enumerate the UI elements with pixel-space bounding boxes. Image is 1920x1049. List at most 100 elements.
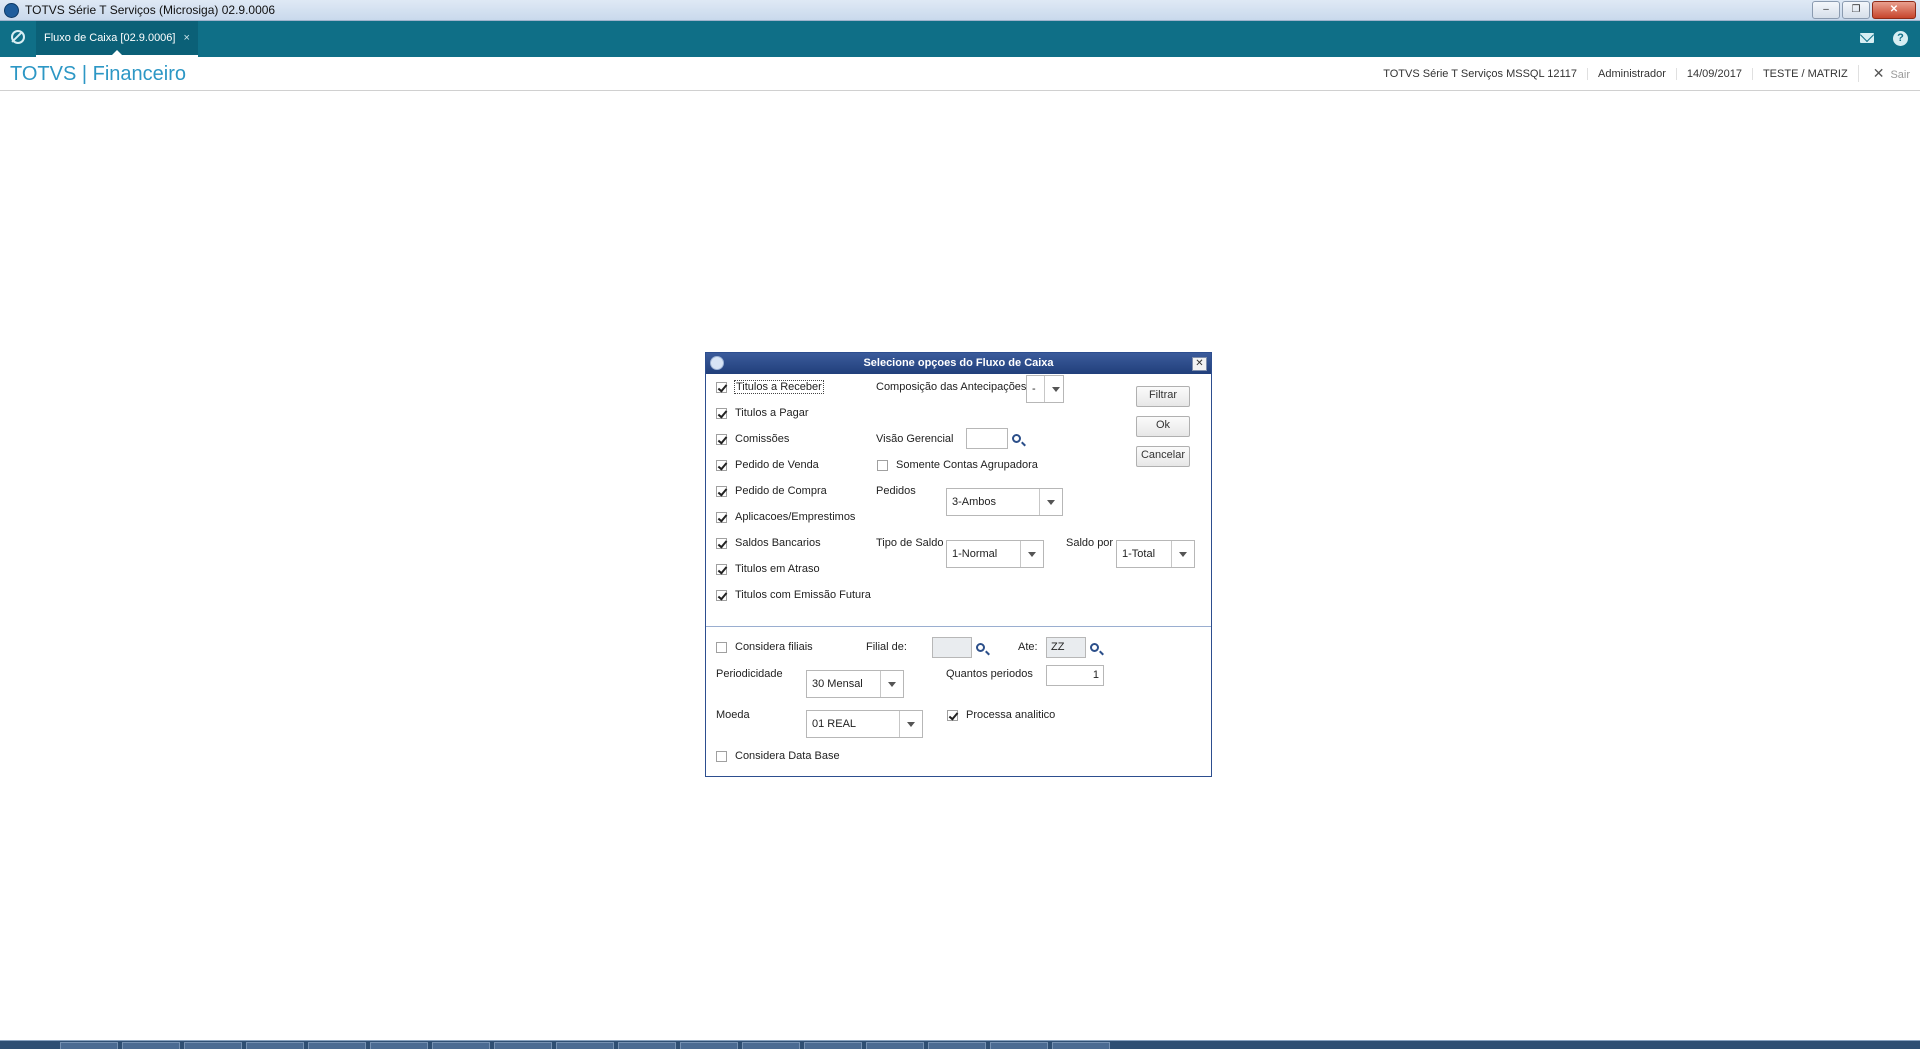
chk-titulos-emissao-futura[interactable]: Titulos com Emissão Futura	[716, 589, 871, 601]
minimize-icon[interactable]: –	[1812, 1, 1840, 19]
checkbox-label: Aplicacoes/Emprestimos	[735, 511, 856, 523]
search-icon[interactable]	[976, 643, 985, 652]
checkbox-checked-icon[interactable]	[716, 433, 727, 445]
filtrar-button[interactable]: Filtrar	[1136, 386, 1190, 407]
checkbox-label: Pedido de Venda	[735, 459, 819, 471]
chk-pedido-venda[interactable]: Pedido de Venda	[716, 459, 819, 471]
checkbox-label: Considera Data Base	[735, 750, 840, 762]
user-label: Administrador	[1587, 67, 1676, 80]
checkbox-label: Pedido de Compra	[735, 485, 827, 497]
chk-somente-contas[interactable]: Somente Contas Agrupadora	[877, 459, 1038, 471]
tab-strip: Fluxo de Caixa [02.9.0006] × ?	[0, 21, 1920, 57]
periodicidade-value: 30 Mensal	[812, 678, 863, 690]
checkbox-unchecked-icon[interactable]	[877, 459, 888, 471]
periodicidade-select[interactable]: 30 Mensal	[806, 670, 904, 698]
checkbox-label: Titulos com Emissão Futura	[735, 589, 871, 601]
composicao-value: -	[1032, 383, 1036, 395]
chevron-down-icon[interactable]	[1044, 376, 1063, 402]
moeda-label: Moeda	[716, 709, 750, 721]
checkbox-label: Titulos a Pagar	[735, 407, 809, 419]
checkbox-unchecked-icon[interactable]	[716, 641, 727, 653]
chk-saldos-bancarios[interactable]: Saldos Bancarios	[716, 537, 821, 549]
chk-aplicacoes[interactable]: Aplicacoes/Emprestimos	[716, 511, 855, 523]
exit-button[interactable]: ✕ Sair	[1857, 65, 1920, 82]
mail-icon[interactable]	[1860, 33, 1874, 43]
chevron-down-icon[interactable]	[899, 711, 922, 737]
date-label: 14/09/2017	[1675, 67, 1752, 80]
tipo-saldo-label: Tipo de Saldo	[876, 537, 944, 549]
saldo-por-label: Saldo por	[1066, 537, 1114, 549]
totvs-logo-icon[interactable]	[11, 30, 25, 44]
chevron-down-icon[interactable]	[1020, 541, 1043, 567]
composicao-label: Composição das Antecipações	[876, 381, 1027, 393]
close-window-icon[interactable]: ✕	[1872, 1, 1916, 19]
checkbox-checked-icon[interactable]	[947, 709, 958, 721]
chevron-down-icon[interactable]	[880, 671, 903, 697]
pedidos-select[interactable]: 3-Ambos	[946, 488, 1063, 516]
checkbox-unchecked-icon[interactable]	[716, 750, 727, 762]
fluxo-caixa-dialog: Selecione opçoes do Fluxo de Caixa ✕ Tit…	[705, 352, 1212, 777]
chk-considera-filiais[interactable]: Considera filiais	[716, 641, 813, 653]
checkbox-label: Saldos Bancarios	[735, 537, 821, 549]
checkbox-checked-icon[interactable]	[716, 537, 727, 549]
checkbox-checked-icon[interactable]	[716, 511, 727, 523]
search-icon[interactable]	[1090, 643, 1099, 652]
environment-label: TOTVS Série T Serviços MSSQL 12117	[1383, 67, 1578, 80]
visao-input[interactable]	[966, 428, 1008, 449]
window-controls: – ❐ ✕	[1812, 1, 1916, 19]
window-titlebar: TOTVS Série T Serviços (Microsiga) 02.9.…	[0, 0, 1920, 21]
moeda-value: 01 REAL	[812, 718, 857, 730]
checkbox-checked-icon[interactable]	[716, 589, 727, 601]
checkbox-checked-icon[interactable]	[716, 459, 727, 471]
chevron-down-icon[interactable]	[1039, 489, 1062, 515]
saldo-por-value: 1-Total	[1122, 548, 1156, 560]
tipo-saldo-value: 1-Normal	[952, 548, 998, 560]
app-icon	[4, 3, 19, 18]
checkbox-checked-icon[interactable]	[716, 485, 727, 497]
dialog-separator	[706, 626, 1211, 627]
chk-comissoes[interactable]: Comissões	[716, 433, 789, 445]
chk-considera-data-base[interactable]: Considera Data Base	[716, 750, 840, 762]
checkbox-label: Processa analitico	[966, 709, 1056, 721]
restore-icon[interactable]: ❐	[1842, 1, 1870, 19]
chk-pedido-compra[interactable]: Pedido de Compra	[716, 485, 827, 497]
dialog-close-icon[interactable]: ✕	[1192, 357, 1207, 371]
moeda-select[interactable]: 01 REAL	[806, 710, 923, 738]
saldo-por-select[interactable]: 1-Total	[1116, 540, 1195, 568]
dialog-body: Titulos a Receber Titulos a Pagar Comiss…	[706, 374, 1211, 776]
search-icon[interactable]	[1012, 434, 1021, 443]
chk-processa-analitico[interactable]: Processa analitico	[947, 709, 1055, 721]
filial-de-label: Filial de:	[866, 641, 907, 653]
checkbox-checked-icon[interactable]	[716, 407, 727, 419]
window-title: TOTVS Série T Serviços (Microsiga) 02.9.…	[25, 3, 276, 17]
checkbox-checked-icon[interactable]	[716, 381, 727, 393]
dialog-app-icon	[710, 356, 724, 370]
checkbox-label: Titulos em Atraso	[735, 563, 820, 575]
checkbox-label: Titulos a Receber	[734, 380, 824, 394]
filial-de-input[interactable]	[932, 637, 972, 658]
ok-button[interactable]: Ok	[1136, 416, 1190, 437]
ate-input[interactable]: ZZ	[1046, 637, 1086, 658]
quantos-label: Quantos periodos	[946, 668, 1033, 680]
chk-titulos-atraso[interactable]: Titulos em Atraso	[716, 563, 820, 575]
checkbox-checked-icon[interactable]	[716, 563, 727, 575]
chevron-down-icon[interactable]	[1171, 541, 1194, 567]
app-header: TOTVS | Financeiro TOTVS Série T Serviço…	[0, 57, 1920, 91]
tab-label: Fluxo de Caixa [02.9.0006]	[44, 32, 176, 44]
tab-close-icon[interactable]: ×	[183, 32, 189, 44]
ate-label: Ate:	[1018, 641, 1038, 653]
dialog-titlebar: Selecione opçoes do Fluxo de Caixa ✕	[706, 353, 1211, 374]
dialog-title: Selecione opçoes do Fluxo de Caixa	[863, 357, 1054, 369]
checkbox-label: Somente Contas Agrupadora	[896, 459, 1038, 471]
chk-titulos-pagar[interactable]: Titulos a Pagar	[716, 407, 809, 419]
active-tab-pointer	[110, 50, 124, 57]
cancelar-button[interactable]: Cancelar	[1136, 446, 1190, 467]
periodicidade-label: Periodicidade	[716, 668, 783, 680]
chk-titulos-receber[interactable]: Titulos a Receber	[716, 380, 824, 394]
checkbox-label: Comissões	[735, 433, 790, 445]
tipo-saldo-select[interactable]: 1-Normal	[946, 540, 1044, 568]
help-icon[interactable]: ?	[1893, 31, 1908, 46]
quantos-input[interactable]: 1	[1046, 665, 1104, 686]
close-icon: ✕	[1872, 65, 1885, 81]
composicao-select[interactable]: -	[1026, 375, 1064, 403]
